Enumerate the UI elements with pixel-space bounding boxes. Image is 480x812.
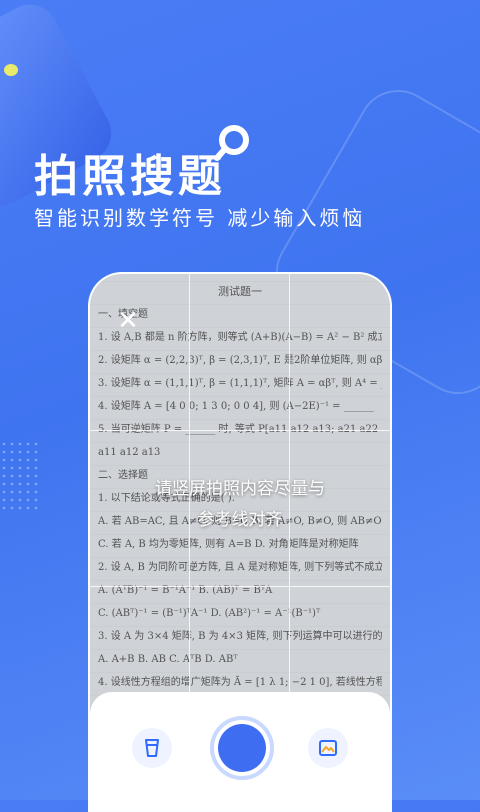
paper-line: 一、填空题 — [98, 309, 148, 320]
paper-line: C. 若 A, B 均为零矩阵, 则有 A=B D. 对角矩阵是对称矩阵 — [98, 539, 359, 550]
shutter-inner — [218, 724, 266, 772]
paper-line: 1. 设 A,B 都是 n 阶方阵，则等式 (A+B)(A−B) = A² − … — [98, 332, 382, 343]
close-icon[interactable]: ✕ — [116, 307, 140, 333]
paper-line: A. (AᵀB)⁻¹ = B⁻¹A⁻¹ B. (AB)ᵀ = BᵀA — [98, 585, 273, 596]
hint-line-2: 参考线对齐 — [197, 510, 283, 530]
paper-line: 4. 设矩阵 A = [4 0 0; 1 3 0; 0 0 4], 则 (A−2… — [98, 401, 374, 412]
cup-icon[interactable] — [132, 728, 172, 768]
paper-line: A. A+B B. AB C. AᵀB D. ABᵀ — [98, 654, 238, 665]
decor-dot — [4, 64, 18, 76]
gallery-icon[interactable] — [308, 728, 348, 768]
paper-title: 测试题一 — [218, 285, 262, 298]
shutter-button[interactable] — [210, 716, 274, 780]
guide-line-horizontal — [90, 586, 390, 587]
page-title: 拍照搜题 — [34, 151, 226, 202]
paper-line: 3. 设矩阵 α = (1,1,1)ᵀ, β = (1,1,1)ᵀ, 矩阵 A … — [98, 378, 382, 389]
alignment-hint: 请竖屏拍照内容尽量与 参考线对齐 — [120, 474, 360, 536]
camera-controls — [90, 692, 390, 810]
paper-line: 4. 设线性方程组的增广矩阵为 Ā = [1 λ 1; −2 1 0], 若线性… — [98, 677, 382, 688]
hint-line-1: 请竖屏拍照内容尽量与 — [155, 479, 325, 499]
camera-preview[interactable]: 测试题一 一、填空题 1. 设 A,B 都是 n 阶方阵，则等式 (A+B)(A−… — [88, 272, 392, 812]
paper-line: 2. 设 A, B 为同阶可逆方阵, 且 A 是对称矩阵, 则下列等式不成立的是… — [98, 562, 382, 573]
paper-line: C. (ABᵀ)⁻¹ = (B⁻¹)ᵀA⁻¹ D. (AB²)⁻¹ = A⁻¹(… — [98, 608, 321, 619]
search-icon — [214, 125, 249, 161]
page-subtitle: 智能识别数学符号 减少输入烦恼 — [34, 206, 366, 230]
paper-line: 3. 设 A 为 3×4 矩阵, B 为 4×3 矩阵, 则下列运算中可以进行的… — [98, 631, 382, 642]
paper-line: 2. 设矩阵 α = (2,2,3)ᵀ, β = (2,3,1)ᵀ, E 是2阶… — [98, 355, 382, 366]
guide-line-horizontal — [90, 430, 390, 431]
paper-line: a11 a12 a13 — [98, 447, 161, 458]
decor-dot-grid — [0, 440, 40, 510]
